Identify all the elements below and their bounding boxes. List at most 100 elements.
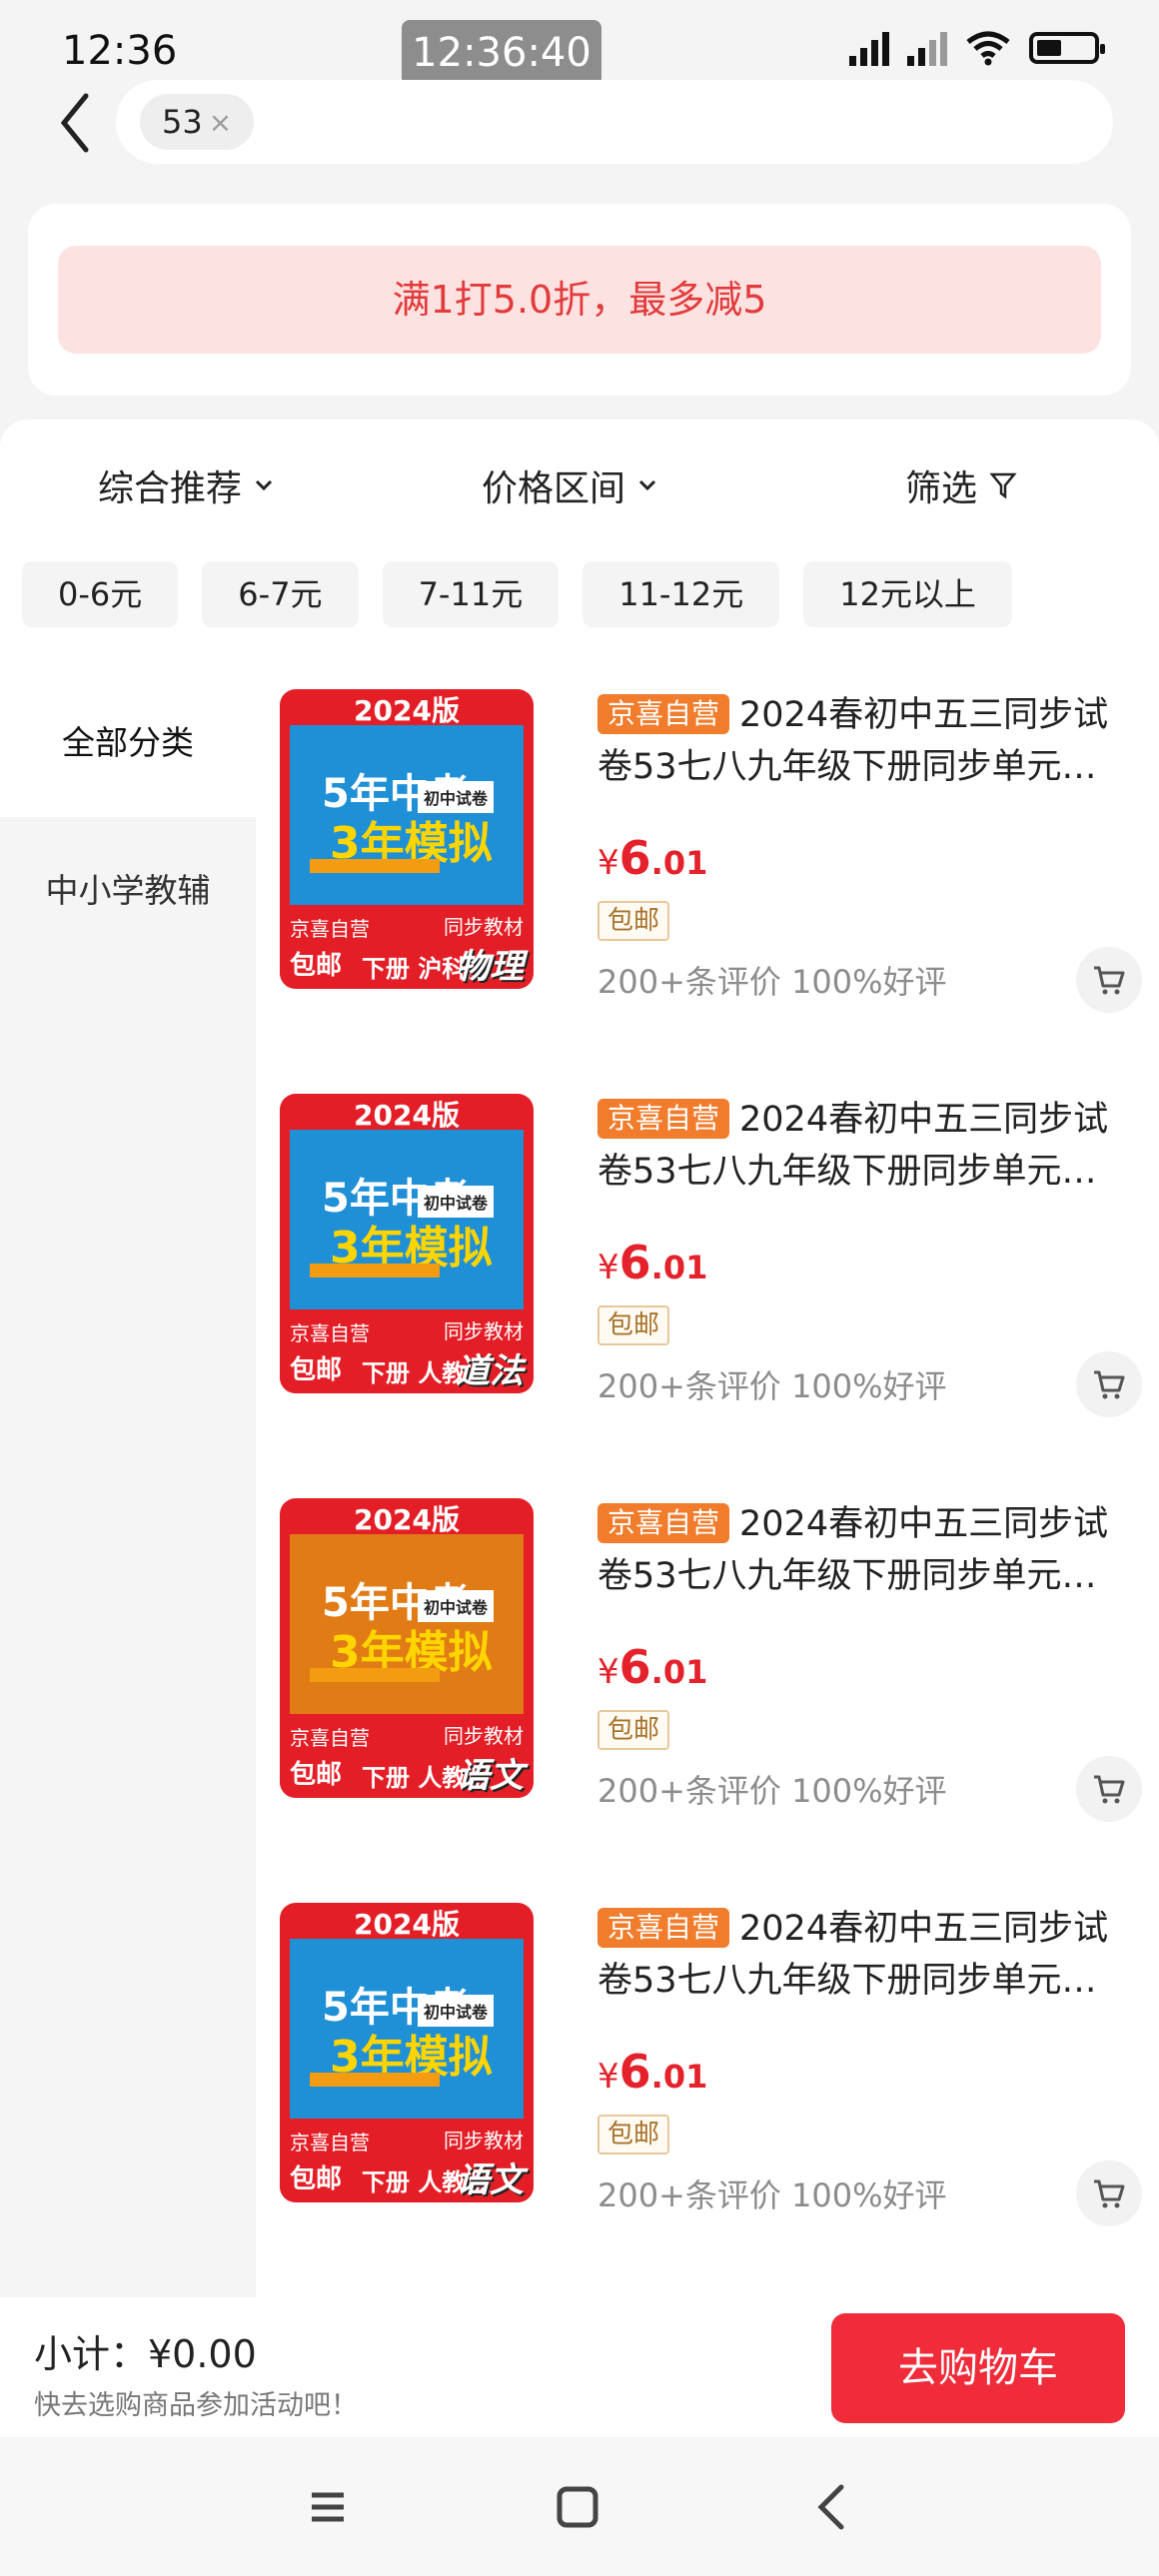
cover-tag: 初中试卷 (417, 1186, 494, 1218)
price-chip[interactable]: 11-12元 (582, 561, 780, 627)
cover-edition: 2024版 (310, 693, 504, 729)
product-card[interactable]: 2024版 5年中考 3年模拟 初中试卷 京喜自营 包邮 下册 人教版 同步教材… (256, 1074, 1159, 1478)
back-button[interactable] (56, 88, 96, 158)
filter-label: 筛选 (905, 468, 978, 509)
product-title-line2: 卷53七八九年级下册同步单元… (597, 747, 1097, 787)
price-decimal: .01 (650, 1653, 708, 1691)
self-operated-badge: 京喜自营 (597, 1908, 730, 1948)
cover-edition: 2024版 (310, 1502, 504, 1538)
checkout-bar: 小计：¥0.00 快去选购商品参加活动吧！ 去购物车 (0, 2297, 1159, 2437)
review-summary: 200+条评价 100%好评 (597, 963, 947, 1001)
product-image[interactable]: 2024版 5年中考 3年模拟 初中试卷 京喜自营 包邮 下册 人教版 同步教材… (280, 1903, 534, 2202)
product-title-line1: 2024春初中五三同步试 (739, 695, 1109, 735)
price-decimal: .01 (650, 844, 708, 882)
search-keyword-chip[interactable]: 53 × (140, 94, 255, 150)
sidebar-item-all[interactable]: 全部分类 (0, 669, 256, 817)
clock-badge: 12:36:40 (402, 20, 601, 86)
price-decimal: .01 (650, 1249, 708, 1287)
product-info: 京喜自营 2024春初中五三同步试 卷53七八九年级下册同步单元… ¥6.01 包… (597, 1094, 1142, 1417)
subtotal: 小计：¥0.00 (34, 2332, 257, 2376)
cover-band: 京喜自营 包邮 下册 人教版 同步教材 语文 (280, 1714, 534, 1798)
price-integer: 6 (618, 1236, 651, 1289)
product-card[interactable]: 2024版 5年中考 3年模拟 初中试卷 京喜自营 包邮 下册 沪科版 同步教材… (256, 669, 1159, 1074)
product-title[interactable]: 京喜自营 2024春初中五三同步试 卷53七八九年级下册同步单元… (597, 1903, 1142, 2007)
product-title[interactable]: 京喜自营 2024春初中五三同步试 卷53七八九年级下册同步单元… (597, 689, 1142, 793)
product-info: 京喜自营 2024春初中五三同步试 卷53七八九年级下册同步单元… ¥6.01 包… (597, 689, 1142, 1013)
sidebar-item-k12-tutoring[interactable]: 中小学教辅 (0, 817, 256, 965)
cover-band-seller: 京喜自营 (290, 2131, 370, 2154)
cover-band-subject: 道法 (456, 1351, 524, 1391)
price-decimal: .01 (650, 2058, 708, 2096)
price-currency: ¥ (597, 843, 619, 883)
cover-band-shipping: 包邮 (290, 2164, 343, 2194)
add-to-cart-button[interactable] (1076, 1351, 1142, 1417)
cover-tag: 初中试卷 (417, 1590, 494, 1622)
product-image[interactable]: 2024版 5年中考 3年模拟 初中试卷 京喜自营 包邮 下册 沪科版 同步教材… (280, 689, 534, 989)
price-chip[interactable]: 6-7元 (202, 561, 359, 627)
cover-band-shipping: 包邮 (290, 1355, 343, 1385)
price-chip[interactable]: 0-6元 (22, 561, 179, 627)
add-to-cart-button[interactable] (1076, 947, 1142, 1013)
cart-icon (1094, 1775, 1125, 1804)
cart-icon (1094, 966, 1125, 995)
add-to-cart-button[interactable] (1076, 2160, 1142, 2226)
product-title-line2: 卷53七八九年级下册同步单元… (597, 1152, 1097, 1192)
product-title-line1: 2024春初中五三同步试 (739, 1909, 1109, 1949)
product-info: 京喜自营 2024春初中五三同步试 卷53七八九年级下册同步单元… ¥6.01 包… (597, 1498, 1142, 1822)
cover-band-subject: 物理 (456, 947, 524, 987)
product-price: ¥6.01 (597, 1236, 707, 1289)
product-price: ¥6.01 (597, 1640, 707, 1694)
self-operated-badge: 京喜自营 (597, 1503, 730, 1543)
product-image[interactable]: 2024版 5年中考 3年模拟 初中试卷 京喜自营 包邮 下册 人教版 同步教材… (280, 1498, 534, 1798)
cover-tag: 初中试卷 (417, 781, 494, 813)
clear-keyword-icon[interactable]: × (209, 106, 232, 139)
cover-band-sync: 同步教材 (444, 1319, 524, 1343)
cover-band-seller: 京喜自营 (290, 1726, 370, 1750)
sort-bar: 综合推荐 价格区间 筛选 (0, 459, 1159, 539)
cart-icon (1094, 1370, 1125, 1399)
sort-comprehensive[interactable]: 综合推荐 (98, 459, 274, 511)
price-integer: 6 (618, 831, 651, 885)
self-operated-badge: 京喜自营 (597, 1099, 730, 1139)
cover-stripe (310, 859, 440, 873)
product-card[interactable]: 2024版 5年中考 3年模拟 初中试卷 京喜自营 包邮 下册 人教版 同步教材… (256, 1883, 1159, 2287)
product-card-partial[interactable] (256, 2279, 1159, 2297)
cover-band-sync: 同步教材 (444, 1724, 524, 1748)
cover-band-subject: 语文 (456, 2160, 524, 2200)
search-keyword: 53 (162, 103, 203, 141)
price-chip[interactable]: 12元以上 (803, 561, 1012, 627)
cover-art: 5年中考 3年模拟 初中试卷 (290, 1534, 524, 1714)
cover-band: 京喜自营 包邮 下册 人教版 同步教材 语文 (280, 2119, 534, 2202)
category-sidebar: 全部分类 中小学教辅 (0, 669, 256, 2297)
product-title[interactable]: 京喜自营 2024春初中五三同步试 卷53七八九年级下册同步单元… (597, 1498, 1142, 1602)
product-list: 2024版 5年中考 3年模拟 初中试卷 京喜自营 包邮 下册 沪科版 同步教材… (256, 669, 1159, 2297)
search-input[interactable]: 53 × (116, 80, 1113, 164)
price-integer: 6 (618, 1640, 651, 1694)
home-square-icon (557, 2486, 598, 2528)
sort-price-range[interactable]: 价格区间 (482, 459, 657, 511)
price-filter-chips: 0-6元 6-7元 7-11元 11-12元 12元以上 (22, 561, 1012, 627)
cover-band: 京喜自营 包邮 下册 沪科版 同步教材 物理 (280, 905, 534, 989)
status-bar: 12:36 12:36:40 (0, 0, 1159, 90)
menu-nav-button[interactable] (298, 2477, 358, 2537)
product-image[interactable]: 2024版 5年中考 3年模拟 初中试卷 京喜自营 包邮 下册 人教版 同步教材… (280, 1094, 534, 1393)
product-card[interactable]: 2024版 5年中考 3年模拟 初中试卷 京喜自营 包邮 下册 人教版 同步教材… (256, 1478, 1159, 1883)
signal-icon (849, 30, 889, 66)
cover-stripe (310, 1668, 440, 1682)
filter-button[interactable]: 筛选 (905, 459, 1017, 511)
product-title-line1: 2024春初中五三同步试 (739, 1504, 1109, 1544)
subtotal-hint: 快去选购商品参加活动吧！ (34, 2390, 358, 2421)
back-nav-button[interactable] (803, 2477, 863, 2537)
product-title[interactable]: 京喜自营 2024春初中五三同步试 卷53七八九年级下册同步单元… (597, 1094, 1142, 1198)
cover-stripe (310, 2073, 440, 2087)
menu-icon (312, 2492, 344, 2522)
promo-banner[interactable]: 满1打5.0折，最多减5 (58, 246, 1101, 354)
cover-tag: 初中试卷 (417, 1995, 494, 2027)
go-to-cart-button[interactable]: 去购物车 (831, 2313, 1125, 2423)
home-nav-button[interactable] (548, 2477, 607, 2537)
price-chip[interactable]: 7-11元 (382, 561, 560, 627)
price-currency: ¥ (597, 1248, 619, 1288)
add-to-cart-button[interactable] (1076, 1756, 1142, 1822)
cover-band: 京喜自营 包邮 下册 人教版 同步教材 道法 (280, 1309, 534, 1393)
free-shipping-tag: 包邮 (597, 901, 670, 941)
